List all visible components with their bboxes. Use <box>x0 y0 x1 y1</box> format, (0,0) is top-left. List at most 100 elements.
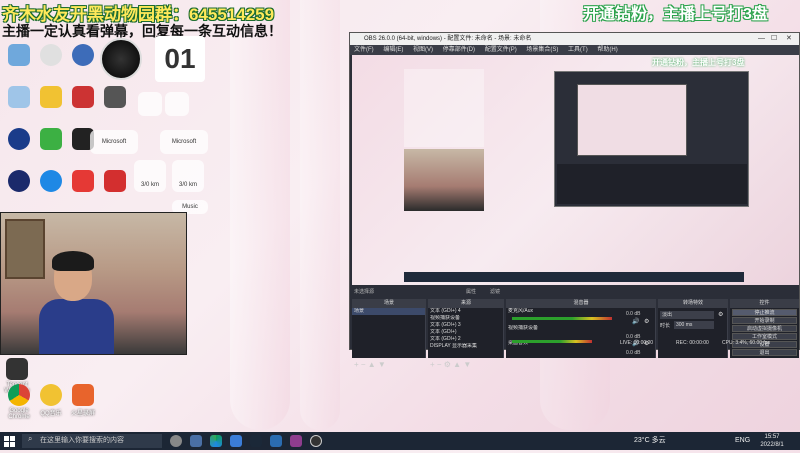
menu-file[interactable]: 文件(F) <box>354 47 374 53</box>
source-toolbar: 未选择源 属性 滤镜 <box>352 287 799 297</box>
preview-promo-text: 开通钻粉，主播上号打3盘 <box>652 58 745 67</box>
scenes-dock-title: 场景 <box>352 299 426 308</box>
mixer-panel: 麦克风/Aux 0.0 dB 🔊 ⚙ 视频捕获设备 0.0 dB 🔊 ⚙ 桌面音… <box>506 308 656 358</box>
clock-widget <box>100 38 142 80</box>
maximize-icon[interactable]: ☐ <box>771 33 777 45</box>
clock-time: 15:57 <box>764 434 780 440</box>
virtual-camera-button[interactable]: 启动虚拟摄像机 <box>732 325 797 332</box>
desktop-icon-kugou[interactable] <box>36 170 66 194</box>
stop-stream-button[interactable]: 停止推流 <box>732 309 797 316</box>
microsoft-tile[interactable]: Microsoft <box>90 130 138 154</box>
source-add-remove-icons[interactable]: + − ⚙ ▲ ▼ <box>430 360 471 369</box>
webcam-feed <box>0 212 187 355</box>
taskbar-app-icon[interactable] <box>270 435 282 447</box>
source-item[interactable]: 视频捕获设备 <box>428 315 503 322</box>
desktop-icon-app4[interactable] <box>100 86 130 110</box>
obs-titlebar[interactable]: OBS 26.0.0 (64-bit, windows) - 配置文件: 未命名… <box>350 33 799 45</box>
scenes-panel: 场景 <box>352 308 426 358</box>
obs-menubar: 文件(F) 编辑(E) 视图(V) 停靠部件(D) 配置文件(P) 场景集合(S… <box>350 45 799 55</box>
menu-edit[interactable]: 编辑(E) <box>383 47 403 53</box>
menu-scene-collection[interactable]: 场景集合(S) <box>526 47 558 53</box>
mixer-channel-name: 视频捕获设备 <box>508 325 539 331</box>
menu-docks[interactable]: 停靠部件(D) <box>443 47 475 53</box>
source-item[interactable]: 文本 (GDI+) 2 <box>428 336 503 343</box>
desktop-icon-chrome[interactable]: Google Chrome <box>4 384 34 420</box>
obs-window[interactable]: OBS 26.0.0 (64-bit, windows) - 配置文件: 未命名… <box>349 32 800 369</box>
transitions-dock-title: 转场特效 <box>658 299 728 308</box>
scene-item[interactable]: 场景 <box>352 308 425 315</box>
sources-panel: 文本 (GDI+) 4 视频捕获设备 文本 (GDI+) 3 文本 (GDI+)… <box>428 308 504 358</box>
taskbar: 在这里输入你要搜索的内容 ⌕ 23°C 多云 ENG 15:57 2022/8/… <box>0 432 800 450</box>
stat-tile: 3/0 km <box>172 160 204 192</box>
cpu-status: CPU: 3.4%, 60.00 fps <box>722 340 771 346</box>
stream-notice-overlay: 主播一定认真看弹幕，回复每一条互动信息！ <box>2 23 282 39</box>
rec-status: REC: 00:00:00 <box>676 340 709 346</box>
source-item[interactable]: 文本 (GDI+) 3 <box>428 322 503 329</box>
stat-tile: 3/0 km <box>134 160 166 192</box>
source-item[interactable]: 文本 (GDI+) <box>428 329 503 336</box>
preview-nested-obs <box>554 71 749 207</box>
taskbar-app-icon[interactable] <box>230 435 242 447</box>
search-icon: ⌕ <box>28 434 33 443</box>
filters-button[interactable]: 滤镜 <box>490 287 500 297</box>
preview-webcam <box>404 149 484 211</box>
clock[interactable]: 15:57 2022/8/1 <box>752 432 792 449</box>
desktop-icon-recycle[interactable] <box>4 86 34 110</box>
exit-button[interactable]: 退出 <box>732 349 797 356</box>
desktop-icon-qqmusic[interactable]: QQ音乐 <box>36 384 66 417</box>
desktop-icon-app5[interactable] <box>4 128 34 152</box>
taskbar-app-icon[interactable] <box>190 435 202 447</box>
menu-tools[interactable]: 工具(T) <box>568 47 588 53</box>
menu-help[interactable]: 帮助(H) <box>597 47 617 53</box>
gear-icon[interactable]: ⚙ <box>644 318 649 325</box>
steam-icon[interactable] <box>250 435 262 447</box>
studio-mode-button[interactable]: 工作室模式 <box>732 333 797 340</box>
source-item[interactable]: 文本 (GDI+) 4 <box>428 308 503 315</box>
desktop-icon-app8[interactable] <box>68 170 98 194</box>
volume-icon[interactable]: 🔊 <box>632 318 639 325</box>
gear-icon[interactable]: ⚙ <box>718 311 723 318</box>
date-widget: 01 <box>155 36 205 82</box>
desktop-icon-this-pc[interactable] <box>4 44 34 68</box>
weather-tile <box>138 92 162 116</box>
transition-select[interactable]: 淡出 <box>660 311 714 319</box>
minimize-icon[interactable]: — <box>758 33 765 45</box>
desktop-icon-app9[interactable] <box>100 170 130 194</box>
live-status: LIVE: 00:00:00 <box>620 340 654 346</box>
edge-icon[interactable] <box>210 435 222 447</box>
sources-dock-title: 来源 <box>428 299 504 308</box>
mixer-level-meter <box>512 340 592 343</box>
desktop-icon-app[interactable] <box>68 44 98 68</box>
windows-start-icon[interactable] <box>4 435 16 447</box>
language-indicator[interactable]: ENG <box>735 432 750 450</box>
duration-label: 时长 <box>660 323 671 329</box>
controls-panel: 停止推流 开始录制 启动虚拟摄像机 工作室模式 设置 退出 <box>730 308 799 358</box>
desktop-icon-app3[interactable] <box>68 86 98 110</box>
task-view-icon[interactable] <box>170 435 182 447</box>
mixer-db: 0.0 dB <box>626 311 641 317</box>
weather-tile <box>165 92 189 116</box>
start-recording-button[interactable]: 开始录制 <box>732 317 797 324</box>
desktop-icon-app7[interactable] <box>4 170 34 194</box>
obs-preview[interactable]: 开通钻粉，主播上号打3盘 <box>352 55 799 285</box>
mixer-dock-title: 混音器 <box>506 299 656 308</box>
weather-status[interactable]: 23°C 多云 <box>634 432 666 450</box>
menu-profile[interactable]: 配置文件(P) <box>485 47 517 53</box>
duration-input[interactable]: 300 ms <box>674 321 714 329</box>
source-item[interactable]: DISPLAY 显示器采集 <box>428 343 503 350</box>
taskbar-search-input[interactable]: 在这里输入你要搜索的内容 <box>22 434 162 448</box>
obs-taskbar-icon[interactable] <box>310 435 322 447</box>
desktop-icon-wechat[interactable] <box>36 128 66 152</box>
menu-view[interactable]: 视图(V) <box>413 47 433 53</box>
clock-date: 2022/8/1 <box>760 442 784 448</box>
scene-add-remove-icons[interactable]: + − ▲ ▼ <box>354 360 386 369</box>
mixer-level-meter <box>512 317 612 320</box>
close-icon[interactable]: ✕ <box>786 33 792 45</box>
obs-title-text: OBS 26.0.0 (64-bit, windows) - 配置文件: 未命名… <box>364 36 532 42</box>
microsoft-tile[interactable]: Microsoft <box>160 130 208 154</box>
desktop-icon-app2[interactable] <box>36 86 66 110</box>
desktop-icon-recorder[interactable]: 火星录屏 <box>68 384 98 417</box>
desktop-icon-settings[interactable] <box>36 44 66 68</box>
taskbar-app-icon[interactable] <box>290 435 302 447</box>
properties-button[interactable]: 属性 <box>466 287 476 297</box>
